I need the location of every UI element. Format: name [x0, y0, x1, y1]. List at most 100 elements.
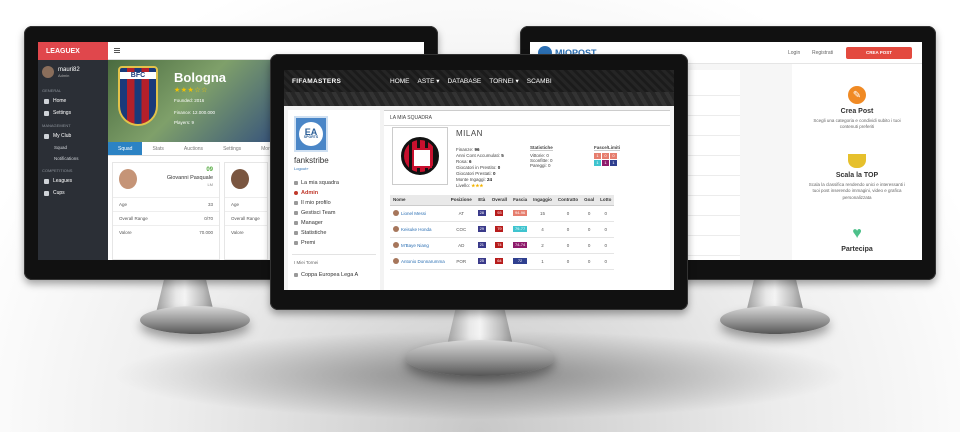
feature-create-post: ✎ Crea Post Scegli una categoria e condi…	[792, 86, 922, 131]
sidebar-item-squadra[interactable]: La mia squadra	[294, 180, 339, 186]
player-link[interactable]: M'Baye Niang	[393, 242, 445, 248]
player-stat-row: Age	[225, 197, 267, 211]
player-card[interactable]: 09 Giovanni Pasquale LM Age 33 Overall Ra…	[112, 162, 220, 260]
sidebar-item-cups[interactable]: Cups	[38, 187, 108, 199]
col-header[interactable]: Lotto	[597, 195, 615, 206]
player-fascia: 74-74	[513, 242, 528, 248]
player-fascia: 72	[513, 258, 528, 264]
col-header[interactable]: Overall	[488, 195, 511, 206]
milan-crest-icon	[401, 137, 439, 175]
nav-home[interactable]: HOME	[390, 78, 410, 85]
club-founded: Founded: 2016	[174, 98, 205, 103]
col-header[interactable]: Nome	[390, 195, 448, 206]
feature-title: Partecipa	[841, 246, 873, 253]
tornei-item[interactable]: Coppa Europea Lega A	[294, 272, 358, 278]
player-ingaggio: 15	[530, 205, 555, 222]
register-link[interactable]: Registrati	[812, 50, 833, 56]
player-contratto: 0	[554, 253, 582, 270]
player-photo	[231, 169, 249, 189]
table-row[interactable]: Keisuke Honda COC 29 79 79-77 4 0 0 0	[390, 221, 615, 238]
stat-value: 70.000	[199, 230, 213, 235]
leaguex-sidebar: LEAGUEX mauri82 Admin GENERAL Home Setti…	[38, 42, 108, 260]
create-post-button[interactable]: CREA POST	[846, 47, 912, 59]
monitor-center-base	[405, 340, 555, 376]
leaguex-logo[interactable]: LEAGUEX	[38, 42, 108, 60]
player-name: Keisuke Honda	[401, 226, 432, 232]
player-name: Antonio Donnarumma	[401, 258, 445, 264]
nav-database[interactable]: DATABASE	[448, 78, 482, 85]
tab-squad[interactable]: Squad	[108, 142, 143, 155]
nav-aste[interactable]: ASTE ▾	[418, 77, 440, 85]
player-card[interactable]: Age Overall Range Valore	[224, 162, 268, 260]
player-fascia-cell: 79-77	[510, 221, 531, 238]
player-stat-row: Age 33	[113, 197, 219, 211]
tab-settings[interactable]: Settings	[213, 142, 251, 155]
col-header[interactable]: Contratto	[554, 195, 582, 206]
sidebar-item-statistiche[interactable]: Statistiche	[294, 230, 326, 236]
player-age-cell: 29	[474, 221, 489, 238]
feature-partecipa: ♥ Partecipa	[792, 226, 922, 254]
col-header[interactable]: Età	[474, 195, 489, 206]
stat-value: 24	[487, 177, 493, 183]
player-link[interactable]: Antonio Donnarumma	[393, 258, 445, 264]
player-cell: Lionel Messi	[390, 205, 448, 222]
col-header[interactable]: Goal	[581, 195, 598, 206]
col-header[interactable]: Ingaggio	[530, 195, 555, 206]
sidebar-item-my-club[interactable]: My Club	[38, 130, 108, 142]
stat-label: Age	[231, 202, 240, 207]
profile-icon	[294, 201, 298, 205]
table-row[interactable]: Antonio Donnarumma POR 25 64 72 1 0 0 0	[390, 253, 615, 270]
hamburger-icon[interactable]	[114, 48, 120, 53]
sidebar-item-admin[interactable]: Admin	[294, 190, 318, 196]
ea-sports-logo: EA SPORTS	[299, 122, 323, 146]
player-contratto: 0	[554, 205, 582, 222]
sidebar-item-team[interactable]: Gestisci Team	[294, 210, 335, 216]
player-fascia-cell: 94-96	[510, 205, 531, 222]
player-position: AT	[447, 205, 475, 222]
sidebar-item-squad[interactable]: Squad	[38, 142, 108, 153]
col-header[interactable]: Fascia	[510, 195, 531, 206]
table-row[interactable]: M'Baye Niang AD 21 74 74-74 2 0 0 0	[390, 237, 615, 254]
sidebar-item-notifications[interactable]: Notifications	[38, 153, 108, 164]
sidebar-item-label: Gestisci Team	[301, 210, 336, 216]
sidebar-item-premi[interactable]: Premi	[294, 240, 315, 246]
sidebar-item-manager[interactable]: Manager	[294, 220, 323, 226]
fascia-badge: 1	[594, 160, 601, 166]
stat-label: Giocatori in Prestito:	[456, 165, 497, 171]
sidebar-item-profilo[interactable]: Il mio profilo	[294, 200, 331, 206]
player-overall: 93	[495, 210, 504, 216]
sidebar-item-home[interactable]: Home	[38, 95, 108, 107]
tab-auctions[interactable]: Auctions	[174, 142, 213, 155]
player-goal: 0	[581, 221, 598, 238]
user-role: Admin	[58, 72, 70, 78]
stat-label: Monte Ingaggi:	[456, 177, 486, 183]
cup-icon	[44, 190, 49, 196]
table-row[interactable]: Lionel Messi AT 28 93 94-96 15 0 0 0	[390, 205, 615, 222]
sidebar-item-leagues[interactable]: Leagues	[38, 175, 108, 187]
player-cell: Keisuke Honda	[390, 221, 448, 238]
nav-tornei[interactable]: TORNEI ▾	[489, 77, 519, 85]
player-stat-row: Overall Range 0/70	[113, 211, 219, 225]
player-link[interactable]: Lionel Messi	[393, 210, 445, 216]
login-link[interactable]: Login	[788, 50, 800, 56]
leaguex-user[interactable]: mauri82 Admin	[38, 60, 108, 84]
fifamasters-logo[interactable]: FIFAMASTERS	[284, 78, 382, 85]
player-age: 25	[477, 258, 486, 264]
player-avatar	[393, 226, 399, 232]
box-item: Pareggi: 0	[530, 163, 551, 168]
club-icon	[44, 133, 49, 139]
sidebar-item-label: Premi	[301, 240, 316, 246]
logout-link[interactable]: Logout»	[294, 166, 308, 171]
nav-scambi[interactable]: SCAMBI	[527, 78, 552, 85]
col-header[interactable]: Posizione	[447, 195, 475, 206]
sidebar-item-settings[interactable]: Settings	[38, 107, 108, 119]
squad-table: Nome Posizione Età Overall Fascia Ingagg…	[390, 195, 615, 270]
player-avatar	[393, 242, 399, 248]
tab-stats[interactable]: Stats	[142, 142, 173, 155]
sidebar-item-label: Settings	[53, 110, 72, 116]
fifamasters-screen: FIFAMASTERS HOME ASTE ▾ DATABASE TORNEI …	[284, 70, 674, 290]
player-goal: 0	[581, 205, 598, 222]
player-link[interactable]: Keisuke Honda	[393, 226, 445, 232]
player-overall: 79	[495, 226, 504, 232]
player-ingaggio: 4	[530, 221, 555, 238]
